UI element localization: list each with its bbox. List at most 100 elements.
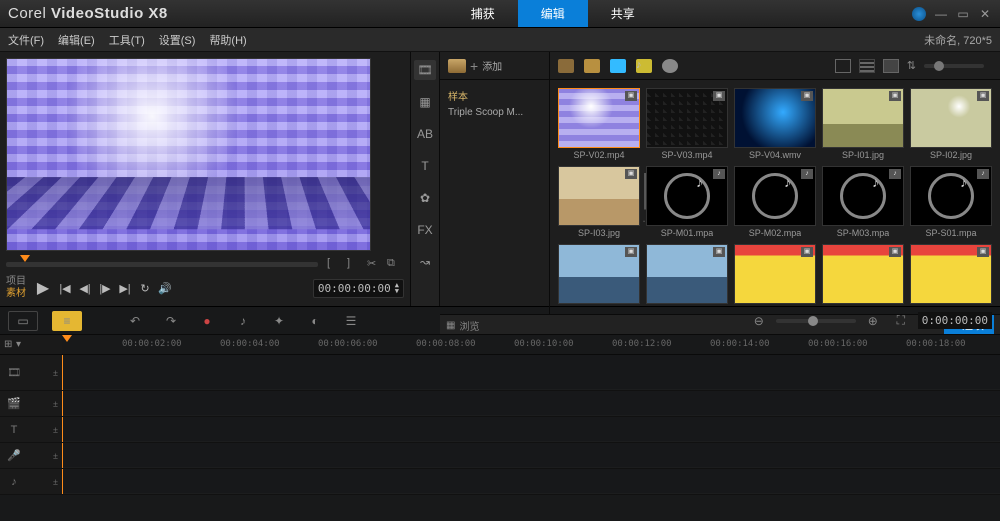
tab-编辑[interactable]: 编辑	[518, 0, 588, 27]
menu-工具(T)[interactable]: 工具(T)	[109, 32, 145, 48]
filter-audio-icon[interactable]: ♪	[636, 59, 652, 73]
filter-disc-icon[interactable]	[662, 59, 678, 73]
timecode-display[interactable]: 00:00:00:00 ▲▼	[313, 279, 404, 298]
repeat-button[interactable]: ↻	[136, 279, 154, 297]
view-list-icon[interactable]	[859, 59, 875, 73]
library-item[interactable]: ▣	[558, 244, 640, 306]
tool-title[interactable]: AB	[414, 124, 436, 144]
mark-in-icon[interactable]: [	[327, 257, 341, 271]
track-header[interactable]: T±	[0, 417, 62, 442]
scrub-bar[interactable]: [ ] ✂ ⧉	[6, 257, 404, 272]
ruler-toggle-icon[interactable]: ⊞	[4, 339, 16, 350]
record-button[interactable]: ●	[196, 312, 218, 330]
tab-共享[interactable]: 共享	[588, 0, 658, 27]
timeline-mode-button[interactable]: ≡	[52, 311, 82, 331]
help-globe-icon[interactable]	[912, 7, 926, 21]
menu-帮助(H)[interactable]: 帮助(H)	[209, 32, 246, 48]
track-header[interactable]: 🎞±	[0, 355, 62, 390]
library-item[interactable]: ▣SP-I03.jpg	[558, 166, 640, 238]
menu-编辑(E)[interactable]: 编辑(E)	[58, 32, 95, 48]
close-button[interactable]: ✕	[978, 7, 992, 21]
fit-project-button[interactable]: ⛶	[890, 312, 912, 330]
next-frame-button[interactable]: |▶	[96, 279, 114, 297]
menu-设置(S)[interactable]: 设置(S)	[159, 32, 196, 48]
timeline-ruler[interactable]: ⊞ ▾ 00:00:02:0000:00:04:0000:00:06:0000:…	[0, 335, 1000, 355]
plus-icon: +	[470, 58, 478, 74]
auto-music-button[interactable]: ✦	[268, 312, 290, 330]
track-manager-button[interactable]: ☰	[340, 312, 362, 330]
sort-icon[interactable]: ⇅	[907, 59, 916, 72]
track-expand-icon[interactable]: ±	[53, 368, 58, 378]
library-item[interactable]: ▣	[646, 244, 728, 306]
library-item[interactable]: ▣SP-I02.jpg	[910, 88, 992, 160]
tool-path[interactable]: ↝	[414, 252, 436, 272]
track-lane[interactable]	[62, 355, 1000, 390]
track-header[interactable]: ♪±	[0, 469, 62, 494]
library-item[interactable]: ▣SP-V04.wmv	[734, 88, 816, 160]
track-lane[interactable]	[62, 391, 1000, 416]
track-header[interactable]: 🎬±	[0, 391, 62, 416]
tree-item[interactable]: Triple Scoop M...	[448, 107, 541, 118]
track-header[interactable]: 🎤±	[0, 443, 62, 468]
library-item[interactable]: ♪SP-M02.mpa	[734, 166, 816, 238]
mode-project-label[interactable]: 项目	[6, 276, 26, 288]
tool-media[interactable]: 🎞	[414, 60, 436, 80]
audio-mixer-button[interactable]: ♪	[232, 312, 254, 330]
view-detail-icon[interactable]	[883, 59, 899, 73]
track-lane[interactable]	[62, 469, 1000, 494]
library-item[interactable]: ♪SP-M03.mpa	[822, 166, 904, 238]
undo-button[interactable]: ↶	[124, 312, 146, 330]
volume-button[interactable]: 🔊	[156, 279, 174, 297]
play-button[interactable]: ▶	[34, 279, 52, 297]
menu-文件(F)[interactable]: 文件(F)	[8, 32, 44, 48]
storyboard-mode-button[interactable]: ▭	[8, 311, 38, 331]
tab-捕获[interactable]: 捕获	[448, 0, 518, 27]
go-start-button[interactable]: |◀	[56, 279, 74, 297]
tc-down-icon[interactable]: ▼	[395, 288, 399, 294]
filter-folder-icon[interactable]	[558, 59, 574, 73]
library-item[interactable]: ♪SP-S01.mpa	[910, 166, 992, 238]
track-expand-icon[interactable]: ±	[53, 451, 58, 461]
library-item[interactable]: ▣	[734, 244, 816, 306]
view-thumb-icon[interactable]	[835, 59, 851, 73]
library-item[interactable]: ▣SP-V02.mp4	[558, 88, 640, 160]
zoom-out-button[interactable]: ⊖	[748, 312, 770, 330]
minimize-button[interactable]: —	[934, 7, 948, 21]
cut-icon[interactable]: ✂	[367, 257, 381, 271]
track-lane[interactable]	[62, 417, 1000, 442]
library-add-folder[interactable]: + 添加	[440, 52, 550, 79]
ruler-tick: 00:00:06:00	[318, 339, 378, 349]
go-end-button[interactable]: ▶|	[116, 279, 134, 297]
mode-clip-label[interactable]: 素材	[6, 288, 26, 300]
track-lane[interactable]	[62, 443, 1000, 468]
tool-graphic[interactable]: T	[414, 156, 436, 176]
filter-photo-icon[interactable]	[610, 59, 626, 73]
playhead-icon[interactable]	[20, 255, 30, 262]
track-expand-icon[interactable]: ±	[53, 425, 58, 435]
library-item[interactable]: ▣	[910, 244, 992, 306]
library-item[interactable]: ▣SP-I01.jpg	[822, 88, 904, 160]
mark-out-icon[interactable]: ]	[347, 257, 361, 271]
library-item[interactable]: ▣	[822, 244, 904, 306]
tree-item[interactable]: 样本	[448, 88, 541, 103]
track-expand-icon[interactable]: ±	[53, 399, 58, 409]
preview-screen[interactable]	[6, 58, 371, 251]
library-item[interactable]: ▣SP-V03.mp4	[646, 88, 728, 160]
restore-button[interactable]: ▭	[956, 7, 970, 21]
timeline-playhead-icon[interactable]	[62, 335, 72, 342]
ruler-menu-icon[interactable]: ▾	[16, 339, 28, 350]
filter-video-icon[interactable]	[584, 59, 600, 73]
ruler-tick: 00:00:14:00	[710, 339, 770, 349]
split-icon[interactable]: ⧉	[387, 257, 401, 271]
library-item[interactable]: ♪SP-M01.mpa	[646, 166, 728, 238]
tool-transition[interactable]: ▦	[414, 92, 436, 112]
track-expand-icon[interactable]: ±	[53, 477, 58, 487]
tool-fx[interactable]: FX	[414, 220, 436, 240]
zoom-slider[interactable]	[776, 319, 856, 323]
thumb-size-slider[interactable]	[924, 64, 984, 68]
prev-frame-button[interactable]: ◀|	[76, 279, 94, 297]
zoom-in-button[interactable]: ⊕	[862, 312, 884, 330]
redo-button[interactable]: ↷	[160, 312, 182, 330]
marker-button[interactable]: ◐	[304, 312, 326, 330]
tool-filter[interactable]: ✿	[414, 188, 436, 208]
